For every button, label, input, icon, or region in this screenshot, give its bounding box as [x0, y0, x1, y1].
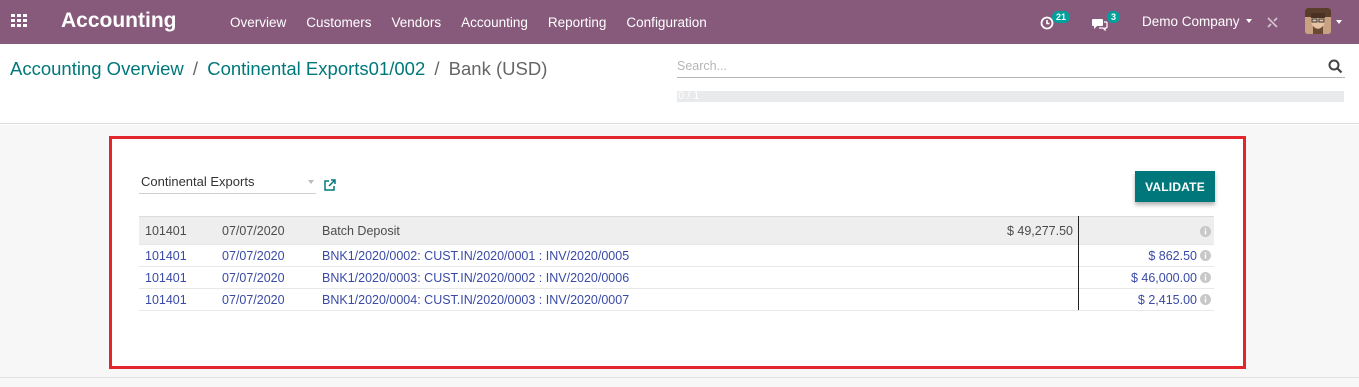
statement-line-row[interactable]: 101401 07/07/2020 Batch Deposit $ 49,277…: [139, 216, 1214, 245]
breadcrumb-current: Bank (USD): [448, 58, 548, 79]
user-menu-chevron-icon[interactable]: [1336, 20, 1342, 24]
date-cell: 07/07/2020: [222, 224, 285, 238]
messages-count-badge: 3: [1107, 11, 1121, 23]
pager: 0 / 1: [677, 91, 1344, 102]
breadcrumb-separator: /: [429, 58, 445, 79]
amount-cell: $ 862.50: [1148, 249, 1197, 263]
app-title: Accounting: [61, 9, 177, 32]
validate-button[interactable]: VALIDATE: [1135, 171, 1215, 202]
label-cell: BNK1/2020/0004: CUST.IN/2020/0003 : INV/…: [322, 293, 630, 307]
menu-reporting[interactable]: Reporting: [548, 15, 607, 30]
menu-overview[interactable]: Overview: [230, 15, 286, 30]
activity-count-badge: 21: [1052, 11, 1071, 23]
chevron-down-icon: [308, 180, 314, 184]
breadcrumb: Accounting Overview / Continental Export…: [10, 58, 547, 80]
column-divider: [1078, 216, 1079, 310]
reconciliation-table: 101401 07/07/2020 Batch Deposit $ 49,277…: [139, 216, 1214, 311]
table-row[interactable]: 101401 07/07/2020 BNK1/2020/0002: CUST.I…: [139, 245, 1214, 267]
debit-cell: $ 49,277.50: [1006, 224, 1073, 238]
date-cell: 07/07/2020: [222, 271, 285, 285]
menu-accounting[interactable]: Accounting: [461, 15, 528, 30]
menu-configuration[interactable]: Configuration: [626, 15, 706, 30]
avatar[interactable]: [1305, 8, 1331, 34]
info-icon[interactable]: [1200, 226, 1211, 237]
top-navbar: Accounting Overview Customers Vendors Ac…: [0, 0, 1359, 44]
breadcrumb-separator: /: [187, 58, 204, 79]
table-row[interactable]: 101401 07/07/2020 BNK1/2020/0004: CUST.I…: [139, 289, 1214, 311]
search-bar: [677, 56, 1345, 78]
user-avatar-icon: [1305, 8, 1331, 34]
search-input[interactable]: [677, 56, 1317, 76]
chevron-down-icon: [1245, 19, 1252, 23]
control-panel: Accounting Overview / Continental Export…: [0, 44, 1359, 124]
partner-select[interactable]: Continental Exports: [139, 172, 316, 194]
breadcrumb-continental-exports[interactable]: Continental Exports01/002: [207, 58, 425, 79]
menu-vendors[interactable]: Vendors: [392, 15, 442, 30]
account-cell: 101401: [145, 249, 187, 263]
divider: [0, 377, 1359, 378]
table-row[interactable]: 101401 07/07/2020 BNK1/2020/0003: CUST.I…: [139, 267, 1214, 289]
company-name: Demo Company: [1142, 14, 1240, 29]
info-icon[interactable]: [1200, 250, 1211, 261]
label-cell: BNK1/2020/0002: CUST.IN/2020/0001 : INV/…: [322, 249, 630, 263]
breadcrumb-accounting-overview[interactable]: Accounting Overview: [10, 58, 184, 79]
account-cell: 101401: [145, 271, 187, 285]
account-cell: 101401: [145, 293, 187, 307]
amount-cell: $ 46,000.00: [1130, 271, 1197, 285]
amount-cell: $ 2,415.00: [1137, 293, 1197, 307]
partner-select-value: Continental Exports: [141, 174, 255, 189]
search-icon[interactable]: [1328, 59, 1343, 74]
main-menu: Overview Customers Vendors Accounting Re…: [230, 0, 727, 44]
chat-icon: [1092, 18, 1108, 31]
company-switcher[interactable]: Demo Company: [1142, 14, 1252, 29]
info-icon[interactable]: [1200, 294, 1211, 305]
external-link-icon[interactable]: [323, 178, 337, 192]
date-cell: 07/07/2020: [222, 293, 285, 307]
apps-grid-icon[interactable]: [11, 14, 27, 28]
activity-menu[interactable]: 21: [1040, 0, 1071, 44]
account-cell: 101401: [145, 224, 187, 238]
info-icon[interactable]: [1200, 272, 1211, 283]
debug-tools-icon[interactable]: [1266, 16, 1279, 29]
messaging-menu[interactable]: 3: [1091, 0, 1121, 44]
label-cell: Batch Deposit: [322, 224, 400, 238]
date-cell: 07/07/2020: [222, 249, 285, 263]
label-cell: BNK1/2020/0003: CUST.IN/2020/0002 : INV/…: [322, 271, 630, 285]
menu-customers[interactable]: Customers: [306, 15, 371, 30]
